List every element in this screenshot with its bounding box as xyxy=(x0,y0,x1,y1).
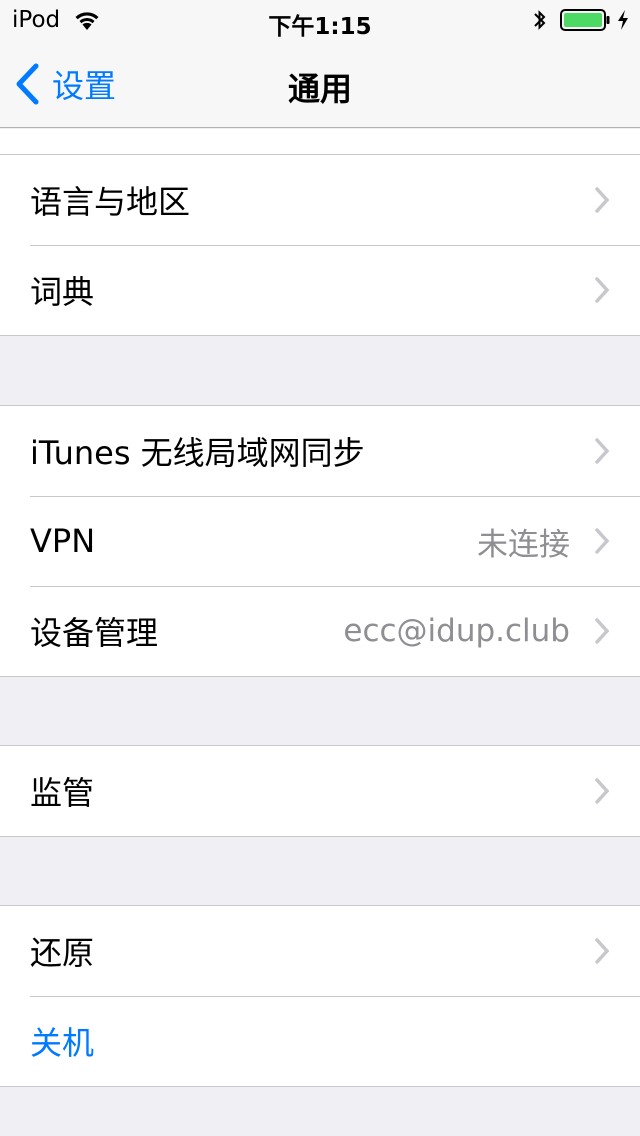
shutdown-label: 关机 xyxy=(30,1024,95,1062)
row-label: iTunes 无线局域网同步 xyxy=(30,434,365,472)
row-value: 未连接 xyxy=(477,526,570,563)
status-bar: iPod 下午1:15 xyxy=(0,0,640,40)
scrolled-row-remnant xyxy=(0,129,640,155)
row-label: 语言与地区 xyxy=(30,183,191,221)
section-language: 语言与地区 词典 xyxy=(0,154,640,336)
row-label: 词典 xyxy=(30,273,95,311)
row-device-management[interactable]: 设备管理 ecc@idup.club xyxy=(0,586,640,676)
row-label: VPN xyxy=(30,522,96,560)
navigation-bar: 设置 通用 xyxy=(0,40,640,128)
section-reset: 还原 关机 xyxy=(0,905,640,1087)
shutdown-button[interactable]: 关机 xyxy=(0,996,640,1086)
battery-icon xyxy=(560,9,610,31)
bluetooth-icon xyxy=(534,10,546,30)
chevron-right-icon xyxy=(595,277,610,303)
row-value: ecc@idup.club xyxy=(343,613,570,649)
row-language-region[interactable]: 语言与地区 xyxy=(0,155,640,245)
chevron-right-icon xyxy=(595,938,610,964)
chevron-right-icon xyxy=(595,778,610,804)
row-label: 监管 xyxy=(30,774,95,812)
row-supervision[interactable]: 监管 xyxy=(0,746,640,836)
chevron-right-icon xyxy=(595,438,610,464)
row-label: 设备管理 xyxy=(30,614,159,652)
chevron-right-icon xyxy=(595,528,610,554)
page-title: 通用 xyxy=(287,70,352,108)
chevron-right-icon xyxy=(595,187,610,213)
row-dictionary[interactable]: 词典 xyxy=(0,245,640,335)
chevron-right-icon xyxy=(595,618,610,644)
section-network: iTunes 无线局域网同步 VPN 未连接 设备管理 ecc@idup.clu… xyxy=(0,405,640,677)
row-vpn[interactable]: VPN 未连接 xyxy=(0,496,640,586)
row-reset[interactable]: 还原 xyxy=(0,906,640,996)
charging-icon xyxy=(618,10,628,30)
section-supervision: 监管 xyxy=(0,745,640,837)
row-itunes-wifi-sync[interactable]: iTunes 无线局域网同步 xyxy=(0,406,640,496)
row-label: 还原 xyxy=(30,934,95,972)
